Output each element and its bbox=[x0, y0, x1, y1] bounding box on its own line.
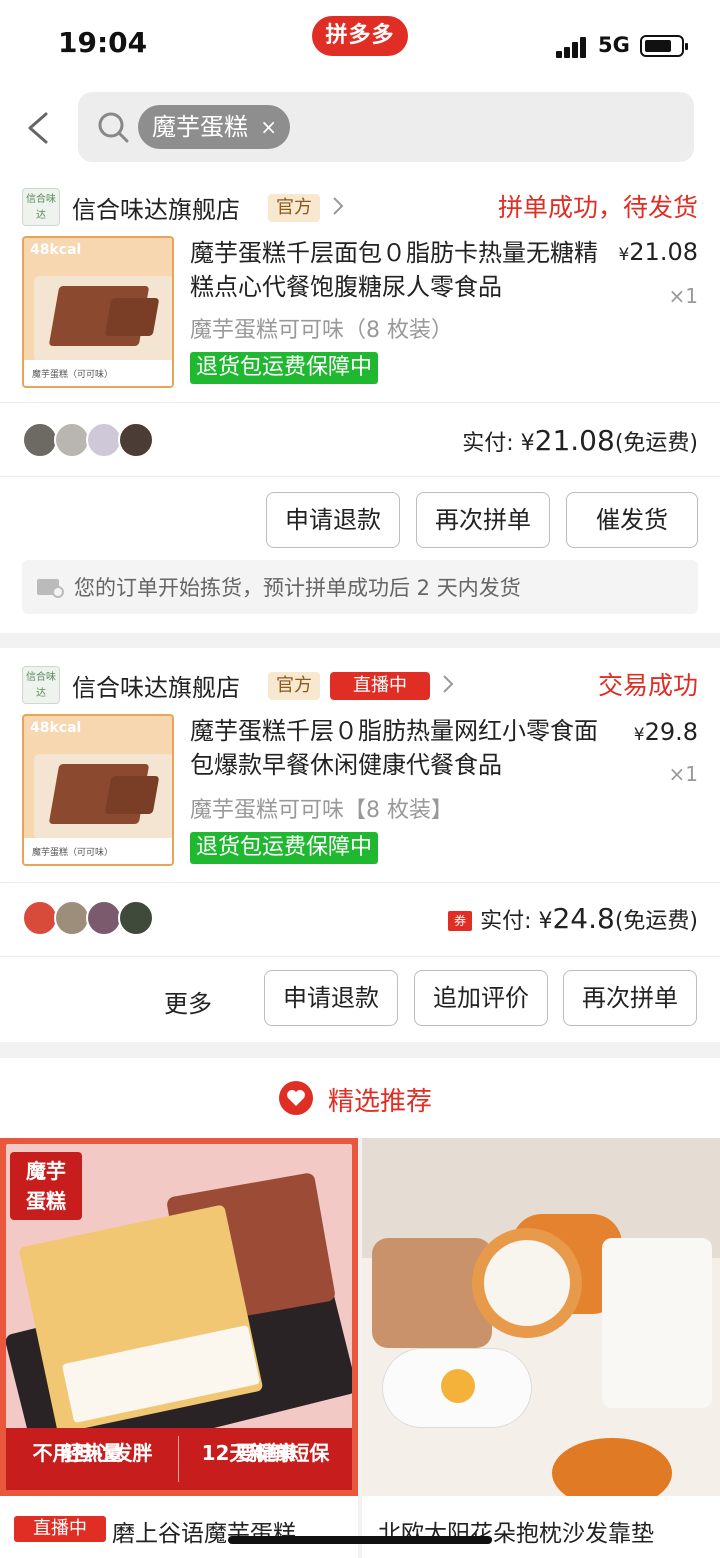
live-tag: 直播中 bbox=[14, 1516, 106, 1542]
product-price: ¥21.08 bbox=[618, 238, 698, 266]
order-card: 信合味达 信合味达旗舰店 官方 拼单成功，待发货 48kcal 魔芋蛋糕（可可味… bbox=[0, 178, 720, 633]
avatar bbox=[118, 422, 154, 458]
avatar bbox=[86, 422, 122, 458]
chip-clear-icon[interactable]: × bbox=[260, 105, 277, 149]
truck-icon bbox=[37, 579, 64, 598]
chevron-right-icon[interactable] bbox=[326, 194, 350, 218]
kcal-label: 48kcal bbox=[30, 720, 82, 736]
divider bbox=[0, 882, 720, 883]
product-spec: 魔芋蛋糕可可味（8 枚装） bbox=[190, 318, 453, 343]
back-arrow-icon[interactable] bbox=[22, 108, 62, 148]
paid-amount: 券实付: ¥24.8(免运费) bbox=[448, 902, 698, 935]
kcal-label: 48kcal bbox=[30, 242, 82, 258]
avatar bbox=[54, 422, 90, 458]
refund-button[interactable]: 申请退款 bbox=[264, 970, 398, 1026]
product-badge: 魔芋 蛋糕 bbox=[10, 1152, 82, 1220]
avatar bbox=[22, 422, 58, 458]
live-tag[interactable]: 直播中 bbox=[330, 672, 430, 700]
chevron-right-icon[interactable] bbox=[436, 672, 460, 696]
product-image[interactable]: 48kcal 魔芋蛋糕（可可味） bbox=[22, 236, 174, 388]
more-button[interactable]: 更多 bbox=[164, 984, 212, 1019]
store-name[interactable]: 信合味达旗舰店 bbox=[72, 668, 240, 703]
coupon-tag: 券 bbox=[448, 911, 473, 931]
avatar bbox=[22, 900, 58, 936]
divider bbox=[0, 956, 720, 957]
avatar bbox=[86, 900, 122, 936]
store-row[interactable]: 信合味达 信合味达旗舰店 官方 直播中 交易成功 bbox=[0, 662, 720, 706]
recommend-title: 精选推荐 bbox=[328, 1087, 433, 1117]
refund-button[interactable]: 申请退款 bbox=[266, 492, 400, 548]
search-chip-label: 魔芋蛋糕 bbox=[152, 113, 248, 141]
battery-icon bbox=[640, 35, 688, 57]
recommend-item[interactable]: 北欧太阳花朵抱枕沙发靠垫 bbox=[362, 1138, 720, 1558]
regroup-button[interactable]: 再次拼单 bbox=[416, 492, 550, 548]
heart-badge-icon bbox=[279, 1081, 313, 1115]
search-chip[interactable]: 魔芋蛋糕 × bbox=[138, 105, 290, 149]
add-review-button[interactable]: 追加评价 bbox=[414, 970, 548, 1026]
product-price: ¥29.8 bbox=[633, 718, 698, 746]
recommend-header: 精选推荐 bbox=[0, 1058, 720, 1138]
paid-amount: 实付: ¥21.08(免运费) bbox=[462, 424, 698, 457]
search-input[interactable]: 魔芋蛋糕 × bbox=[78, 92, 694, 162]
product-spec: 魔芋蛋糕可可味【8 枚装】 bbox=[190, 798, 453, 823]
notice-text: 您的订单开始拣货，预计拼单成功后 2 天内发货 bbox=[74, 576, 521, 600]
signal-icon bbox=[556, 36, 590, 58]
avatar bbox=[54, 900, 90, 936]
avatar bbox=[118, 900, 154, 936]
product-quantity: ×1 bbox=[668, 762, 698, 786]
search-header: 魔芋蛋糕 × bbox=[0, 88, 720, 178]
divider bbox=[0, 402, 720, 403]
product-title[interactable]: 魔芋蛋糕千层面包０脂肪卡热量无糖精糕点心代餐饱腹糖尿人零食品 bbox=[190, 236, 600, 304]
status-time: 19:04 bbox=[58, 26, 148, 59]
official-tag: 官方 bbox=[268, 672, 320, 700]
recommend-image[interactable] bbox=[362, 1138, 720, 1496]
product-quantity: ×1 bbox=[668, 284, 698, 308]
shipping-notice[interactable]: 您的订单开始拣货，预计拼单成功后 2 天内发货 bbox=[22, 560, 698, 614]
app-badge: 拼多多 bbox=[312, 16, 408, 56]
guarantee-badge: 退货包运费保障中 bbox=[190, 832, 379, 864]
order-status: 拼单成功，待发货 bbox=[497, 193, 698, 222]
guarantee-badge: 退货包运费保障中 bbox=[190, 352, 379, 384]
store-row[interactable]: 信合味达 信合味达旗舰店 官方 拼单成功，待发货 bbox=[0, 184, 720, 228]
status-bar: 19:04 拼多多 5G bbox=[0, 0, 720, 88]
product-title[interactable]: 魔芋蛋糕千层０脂肪热量网红小零食面包爆款早餐休闲健康代餐食品 bbox=[190, 714, 600, 782]
recommend-image[interactable]: 魔芋 蛋糕 轻热量 不用担心发胖 要健康 12天新鲜短保 bbox=[0, 1138, 358, 1496]
regroup-button[interactable]: 再次拼单 bbox=[563, 970, 697, 1026]
promo-ribbon: 轻热量 不用担心发胖 要健康 12天新鲜短保 bbox=[6, 1428, 352, 1490]
urge-shipping-button[interactable]: 催发货 bbox=[566, 492, 698, 548]
divider bbox=[0, 476, 720, 477]
network-label: 5G bbox=[598, 33, 630, 57]
home-indicator bbox=[228, 1536, 492, 1544]
search-icon bbox=[98, 112, 129, 143]
image-caption: 魔芋蛋糕（可可味） bbox=[24, 360, 172, 386]
recommend-item[interactable]: 魔芋 蛋糕 轻热量 不用担心发胖 要健康 12天新鲜短保 直播中 磨上谷语魔芋蛋… bbox=[0, 1138, 358, 1558]
official-tag: 官方 bbox=[268, 194, 320, 222]
store-logo: 信合味达 bbox=[22, 666, 60, 704]
store-logo: 信合味达 bbox=[22, 188, 60, 226]
image-caption: 魔芋蛋糕（可可味） bbox=[24, 838, 172, 864]
order-status: 交易成功 bbox=[597, 671, 698, 700]
store-name[interactable]: 信合味达旗舰店 bbox=[72, 190, 240, 225]
product-image[interactable]: 48kcal 魔芋蛋糕（可可味） bbox=[22, 714, 174, 866]
order-card: 信合味达 信合味达旗舰店 官方 直播中 交易成功 48kcal 魔芋蛋糕（可可味… bbox=[0, 648, 720, 1042]
